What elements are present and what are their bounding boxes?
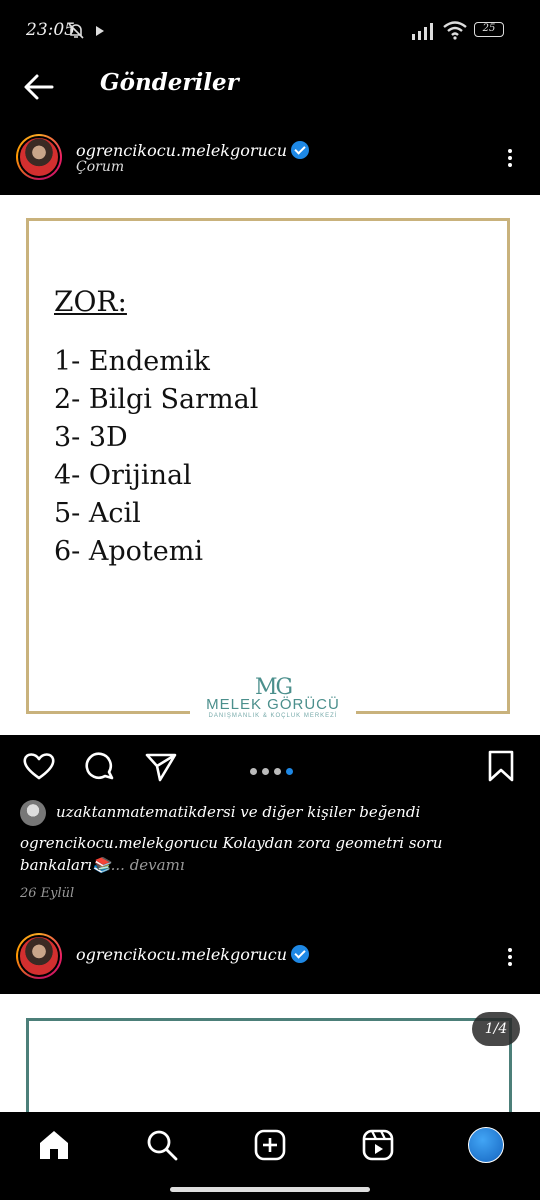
home-icon[interactable] <box>37 1128 71 1162</box>
reels-icon[interactable] <box>361 1128 395 1162</box>
avatar[interactable] <box>16 134 62 180</box>
post-user-block: ogrencikocu.melekgorucu <box>76 141 310 160</box>
bookmark-icon[interactable] <box>486 749 516 783</box>
search-icon[interactable] <box>145 1128 179 1162</box>
comment-icon[interactable] <box>83 750 117 784</box>
post-user-block: ogrencikocu.melekgorucu <box>76 945 310 964</box>
bell-off-icon <box>68 23 84 39</box>
system-home-indicator[interactable] <box>170 1187 370 1192</box>
post-username[interactable]: ogrencikocu.melekgorucu <box>76 141 287 160</box>
caption-more-link[interactable]: ... devamı <box>111 856 185 874</box>
carousel-indicator <box>250 760 298 779</box>
wifi-icon <box>443 21 467 40</box>
battery-level: 25 <box>482 23 496 34</box>
book-list: 1- Endemik 2- Bilgi Sarmal 3- 3D 4- Orij… <box>54 343 258 571</box>
likes-text: uzaktanmatematikdersi ve diğer kişiler b… <box>56 803 421 821</box>
signal-icon <box>412 23 433 40</box>
post-caption[interactable]: ogrencikocu.melekgorucu Kolaydan zora ge… <box>20 832 500 876</box>
list-item: 1- Endemik <box>54 346 210 377</box>
logo-subtext: DANIŞMANLIK & KOÇLUK MERKEZİ <box>208 713 338 719</box>
post-header: ogrencikocu.melekgorucu <box>0 929 540 989</box>
page-indicator-badge: 1/4 <box>472 1012 520 1046</box>
add-post-icon[interactable] <box>253 1128 287 1162</box>
post-date: 26 Eylül <box>20 886 75 901</box>
list-item: 3- 3D <box>54 422 128 453</box>
post-actions <box>0 735 540 795</box>
page-title: Gönderiler <box>100 69 239 96</box>
share-send-icon[interactable] <box>144 751 178 783</box>
profile-avatar[interactable] <box>468 1127 504 1163</box>
list-item: 6- Apotemi <box>54 536 203 567</box>
post-image[interactable]: 1/4 <box>0 994 540 1114</box>
like-heart-icon[interactable] <box>22 751 56 781</box>
post-username[interactable]: ogrencikocu.melekgorucu <box>76 945 287 964</box>
back-arrow-icon[interactable] <box>22 72 56 102</box>
liker-avatar <box>20 800 46 826</box>
post-location[interactable]: Çorum <box>76 159 124 175</box>
more-options-icon[interactable] <box>500 146 520 170</box>
verified-badge-icon <box>291 141 310 159</box>
bottom-navigation <box>0 1112 540 1200</box>
list-item: 5- Acil <box>54 498 141 529</box>
brand-logo: MG MELEK GÖRÜCÜ DANIŞMANLIK & KOÇLUK MER… <box>190 675 356 735</box>
likes-row[interactable]: uzaktanmatematikdersi ve diğer kişiler b… <box>20 800 420 826</box>
post-image[interactable]: ZOR: 1- Endemik 2- Bilgi Sarmal 3- 3D 4-… <box>0 195 540 735</box>
list-item: 4- Orijinal <box>54 460 192 491</box>
logo-text: MELEK GÖRÜCÜ <box>206 696 340 713</box>
battery-icon: 25 <box>474 22 504 37</box>
verified-badge-icon <box>291 945 310 963</box>
list-item: 2- Bilgi Sarmal <box>54 384 259 415</box>
post-header: ogrencikocu.melekgorucu Çorum <box>0 130 540 190</box>
play-icon <box>96 26 104 36</box>
image-frame <box>26 1018 512 1114</box>
caption-username[interactable]: ogrencikocu.melekgorucu <box>20 834 218 852</box>
avatar[interactable] <box>16 933 62 979</box>
image-heading: ZOR: <box>54 285 127 318</box>
more-options-icon[interactable] <box>500 945 520 969</box>
status-bar: 23:05 25 <box>0 0 540 60</box>
top-bar: Gönderiler <box>0 60 540 120</box>
